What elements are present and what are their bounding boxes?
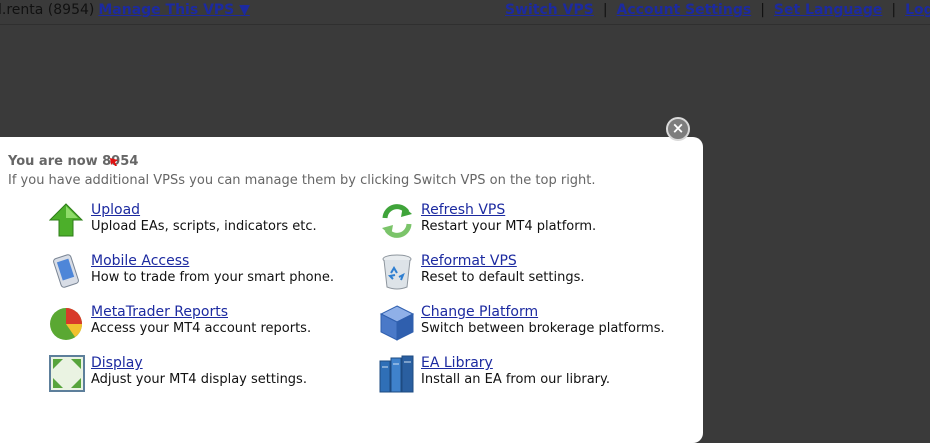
account-info: l.renta (8954) Manage This VPS ▼: [0, 0, 250, 20]
menu-item-ea-library[interactable]: EA Library Install an EA from our librar…: [379, 355, 679, 399]
account-settings-link[interactable]: Account Settings: [617, 2, 752, 18]
nav-separator: |: [602, 2, 608, 18]
menu-item-reformat-vps[interactable]: Reformat VPS Reset to default settings.: [379, 253, 679, 297]
refresh-vps-desc: Restart your MT4 platform.: [421, 219, 597, 234]
pointer-cursor-icon: [110, 158, 118, 166]
reformat-vps-link[interactable]: Reformat VPS: [421, 253, 517, 269]
close-icon[interactable]: ×: [666, 117, 690, 141]
nav-separator: |: [760, 2, 765, 18]
switch-vps-link[interactable]: Switch VPS: [505, 2, 594, 18]
books-icon: [379, 355, 414, 393]
reformat-vps-desc: Reset to default settings.: [421, 270, 585, 285]
menu-item-mobile-access[interactable]: Mobile Access How to trade from your sma…: [49, 253, 349, 297]
top-nav: Switch VPS | Account Settings | Set Language…: [505, 0, 930, 20]
logout-link[interactable]: Logout: [905, 2, 930, 18]
upload-arrow-icon: [49, 203, 84, 237]
display-desc: Adjust your MT4 display settings.: [91, 372, 307, 387]
cubes-icon: [379, 305, 415, 341]
ea-library-link[interactable]: EA Library: [421, 355, 493, 371]
recycle-bin-icon: [382, 254, 412, 290]
ea-library-desc: Install an EA from our library.: [421, 372, 611, 387]
display-link[interactable]: Display: [91, 355, 143, 371]
pie-chart-icon: [50, 308, 82, 340]
top-bar: l.renta (8954) Manage This VPS ▼ Switch V…: [0, 0, 930, 25]
menu-item-display[interactable]: Display Adjust your MT4 display settings…: [49, 355, 349, 399]
nav-separator: |: [891, 2, 897, 18]
account-user: l.renta (8954): [0, 2, 95, 18]
metatrader-reports-desc: Access your MT4 account reports.: [91, 321, 312, 336]
menu-item-change-platform[interactable]: Change Platform Switch between brokerage…: [379, 304, 679, 348]
welcome-modal: You are now 8954 If you have additional …: [0, 137, 703, 443]
fullscreen-icon: [49, 355, 85, 392]
mobile-phone-icon: [53, 254, 79, 288]
modal-subtext: If you have additional VPSs you can mana…: [8, 173, 596, 188]
change-platform-link[interactable]: Change Platform: [421, 304, 538, 320]
refresh-vps-link[interactable]: Refresh VPS: [421, 202, 505, 218]
change-platform-desc: Switch between brokerage platforms.: [421, 321, 665, 336]
mobile-access-link[interactable]: Mobile Access: [91, 253, 189, 269]
mobile-access-desc: How to trade from your smart phone.: [91, 270, 335, 285]
menu-item-refresh-vps[interactable]: Refresh VPS Restart your MT4 platform.: [379, 202, 679, 246]
upload-desc: Upload EAs, scripts, indicators etc.: [91, 219, 317, 234]
manage-vps-menu[interactable]: Manage This VPS ▼: [98, 2, 250, 18]
set-language-link[interactable]: Set Language: [774, 2, 882, 18]
menu-item-upload[interactable]: Upload Upload EAs, scripts, indicators e…: [49, 202, 349, 246]
metatrader-reports-link[interactable]: MetaTrader Reports: [91, 304, 228, 320]
menu-item-metatrader-reports[interactable]: MetaTrader Reports Access your MT4 accou…: [49, 304, 349, 348]
upload-link[interactable]: Upload: [91, 202, 140, 218]
refresh-icon: [382, 204, 412, 238]
